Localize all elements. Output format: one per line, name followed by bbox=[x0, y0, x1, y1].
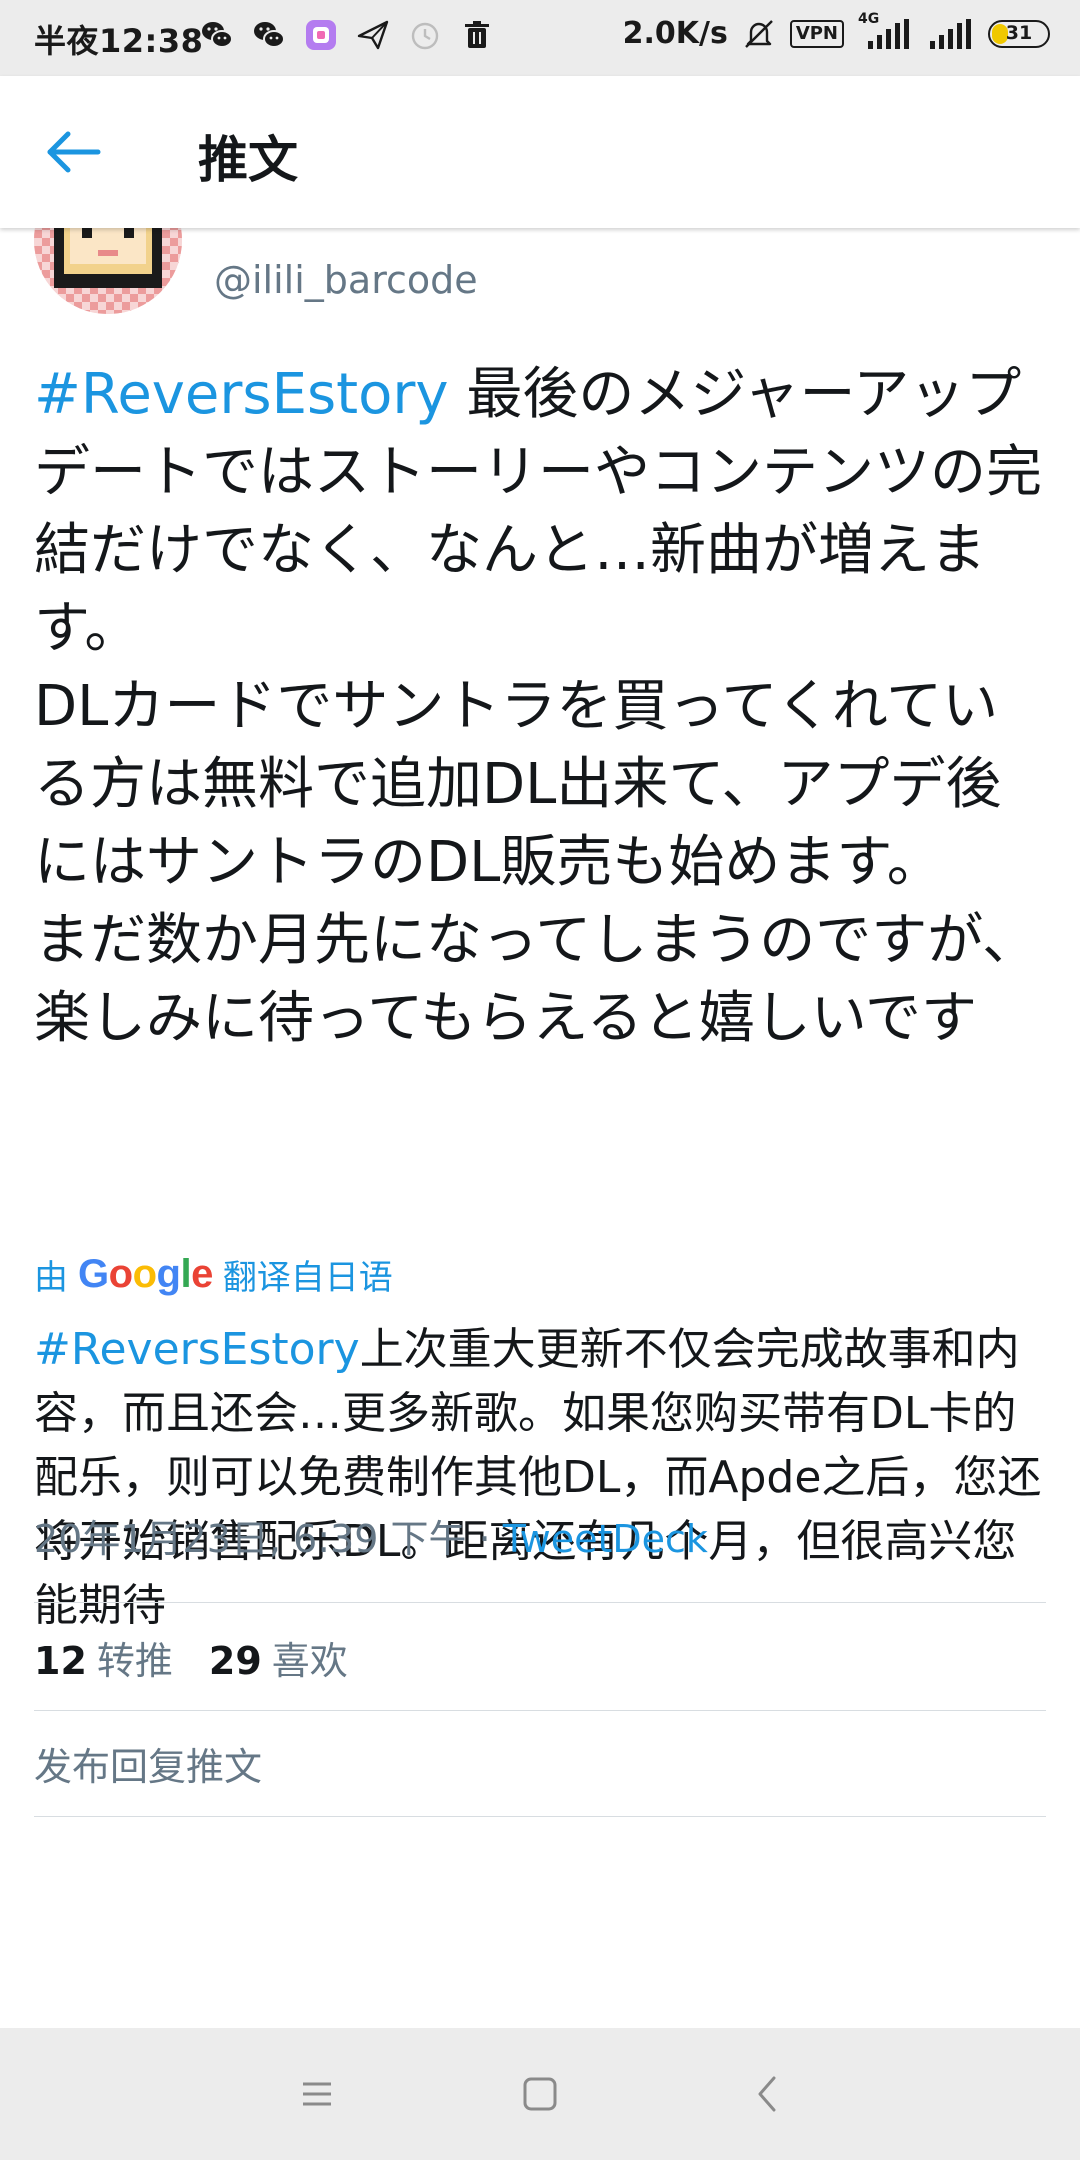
navigation-bar bbox=[0, 2028, 1080, 2160]
tweet-detail: @ilili_barcode #ReversEstory 最後のメジャーアップデ… bbox=[0, 228, 1080, 2028]
mute-icon bbox=[744, 19, 773, 48]
signal-icon: 4G bbox=[858, 11, 914, 51]
status-bar: 半夜12:38 2.0K/s VPN 4G 31 bbox=[0, 0, 1080, 76]
battery-icon: 31 bbox=[988, 19, 1050, 48]
arrow-left-icon[interactable] bbox=[40, 120, 110, 184]
screen: 半夜12:38 2.0K/s VPN 4G 31 推文 @ilili_barco… bbox=[0, 0, 1080, 2160]
translated-text: #ReversEstory上次重大更新不仅会完成故事和内容，而且还会…更多新歌。… bbox=[34, 1318, 1050, 1638]
like-number: 29 bbox=[208, 1639, 262, 1683]
like-label: 喜欢 bbox=[271, 1639, 348, 1683]
divider bbox=[34, 1816, 1046, 1817]
hashtag-link[interactable]: #ReversEstory bbox=[34, 1324, 360, 1375]
retweet-number: 12 bbox=[34, 1639, 87, 1683]
wechat-icon bbox=[254, 22, 285, 48]
tweet-paragraph: DLカードでサントラを買ってくれている方は無料で追加DL出来て、アプデ後にはサン… bbox=[34, 674, 1002, 895]
menu-icon[interactable] bbox=[287, 2064, 347, 2124]
tweet-timestamp: 20年1月23日, 6:39 下午 · bbox=[34, 1517, 503, 1561]
translate-suffix: 翻译自日语 bbox=[222, 1258, 393, 1298]
wechat-icon bbox=[202, 22, 233, 48]
translation-attribution[interactable]: 由 Google 翻译自日语 bbox=[34, 1250, 393, 1299]
timer-icon bbox=[411, 22, 439, 50]
notification-icons bbox=[200, 18, 494, 52]
tweet-meta: 20年1月23日, 6:39 下午 · TweetDeck bbox=[34, 1508, 708, 1563]
source-link[interactable]: TweetDeck bbox=[503, 1517, 708, 1561]
tweet-paragraph: まだ数か月先になってしまうのですが、楽しみに待ってもらえると嬉しいです bbox=[34, 908, 1039, 1051]
user-handle[interactable]: @ilili_barcode bbox=[214, 258, 478, 302]
google-logo: Google bbox=[78, 1252, 213, 1296]
tweet-paragraph: #ReversEstory 最後のメジャーアップデートではストーリーやコンテンツ… bbox=[34, 356, 1044, 668]
retweet-count[interactable]: 12 转推 bbox=[34, 1630, 173, 1685]
status-time: 半夜12:38 bbox=[34, 22, 204, 60]
app-header: 推文 bbox=[0, 76, 1080, 228]
tweet-text: #ReversEstory 最後のメジャーアップデートではストーリーやコンテンツ… bbox=[34, 356, 1044, 1058]
system-icons: 2.0K/s VPN 4G 31 bbox=[622, 11, 1050, 51]
divider bbox=[34, 1710, 1046, 1711]
trash-icon bbox=[465, 21, 489, 48]
like-count[interactable]: 29 喜欢 bbox=[209, 1630, 348, 1685]
battery-level: 31 bbox=[1005, 21, 1033, 44]
avatar[interactable] bbox=[34, 228, 182, 314]
app-icon bbox=[306, 20, 336, 50]
paper-plane-icon bbox=[357, 20, 389, 50]
page-title: 推文 bbox=[198, 131, 298, 189]
translate-prefix: 由 bbox=[34, 1258, 68, 1298]
vpn-icon: VPN bbox=[789, 19, 844, 48]
hashtag-link[interactable]: #ReversEstory bbox=[34, 362, 449, 427]
retweet-label: 转推 bbox=[96, 1639, 173, 1683]
signal-icon bbox=[930, 18, 971, 49]
engagement-stats: 12 转推 29 喜欢 bbox=[34, 1630, 348, 1685]
reply-input[interactable]: 发布回复推文 bbox=[34, 1736, 262, 1791]
home-square-icon[interactable] bbox=[510, 2064, 570, 2124]
back-chevron-icon[interactable] bbox=[738, 2064, 798, 2124]
network-speed: 2.0K/s bbox=[622, 16, 728, 51]
divider bbox=[34, 1602, 1046, 1603]
